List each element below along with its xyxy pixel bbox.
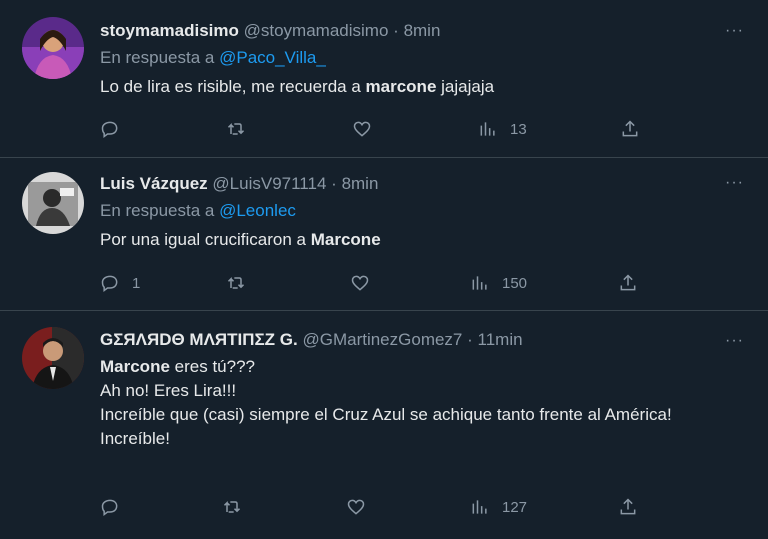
separator: · (467, 330, 473, 349)
reply-icon (101, 275, 118, 292)
tweet-text: Lo de lira es risible, me recuerda a mar… (100, 75, 738, 99)
tweet-header: GΣЯΛЯDΘ MΛЯTIПΣZ G. @GMartinezGomez7 · 1… (100, 329, 738, 351)
like-icon (351, 275, 369, 291)
avatar[interactable] (22, 172, 84, 234)
more-icon[interactable]: ··· (725, 332, 744, 350)
share-button[interactable] (618, 495, 638, 519)
reply-context: En respuesta a @Leonlec (100, 200, 738, 222)
author-name[interactable]: Luis Vázquez (100, 174, 208, 193)
reply-icon (101, 121, 118, 138)
retweet-icon (227, 123, 245, 135)
text-part: Lo de lira es risible, me recuerda a (100, 77, 366, 96)
text-line: Marcone eres tú??? (100, 355, 738, 379)
share-icon (620, 498, 636, 515)
more-icon[interactable]: ··· (725, 174, 744, 192)
views-icon (480, 122, 495, 136)
reply-prefix: En respuesta a (100, 201, 215, 220)
share-button[interactable] (618, 271, 638, 295)
tweet-1[interactable]: stoymamadisimo @stoymamadisimo · 8min En… (0, 0, 768, 158)
avatar[interactable] (22, 327, 84, 389)
retweet-icon (223, 501, 241, 513)
reply-button[interactable] (100, 495, 120, 519)
text-part: eres tú??? (169, 357, 255, 376)
tweet-body: stoymamadisimo @stoymamadisimo · 8min En… (100, 20, 738, 99)
retweet-button[interactable] (226, 117, 246, 141)
text-line: Increíble! (100, 429, 170, 448)
text-line: Increíble que (casi) siempre el Cruz Azu… (100, 405, 672, 424)
reply-mention[interactable]: @Paco_Villa_ (219, 48, 326, 67)
avatar[interactable] (22, 17, 84, 79)
like-button[interactable] (346, 495, 366, 519)
reply-count: 1 (132, 274, 141, 292)
tweet-2[interactable]: Luis Vázquez @LuisV971114 · 8min En resp… (0, 158, 768, 311)
reply-button[interactable]: 1 (100, 271, 140, 295)
reply-context: En respuesta a @Paco_Villa_ (100, 47, 738, 69)
tweet-header: stoymamadisimo @stoymamadisimo · 8min (100, 20, 738, 42)
author-handle[interactable]: @LuisV971114 (212, 174, 326, 193)
share-icon (622, 120, 638, 137)
tweet-body: GΣЯΛЯDΘ MΛЯTIПΣZ G. @GMartinezGomez7 · 1… (100, 329, 738, 451)
tweet-text: Marcone eres tú??? Ah no! Eres Lira!!! I… (100, 355, 738, 451)
share-button[interactable] (620, 117, 640, 141)
views-button[interactable]: 127 (470, 495, 527, 519)
tweet-body: Luis Vázquez @LuisV971114 · 8min En resp… (100, 173, 738, 252)
tweet-text: Por una igual crucificaron a Marcone (100, 228, 738, 252)
reply-button[interactable] (100, 117, 132, 141)
text-bold: Marcone (100, 357, 170, 376)
reply-icon (101, 499, 118, 516)
like-icon (353, 121, 371, 137)
timestamp[interactable]: 8min (404, 21, 441, 40)
retweet-button[interactable] (222, 495, 242, 519)
tweet-header: Luis Vázquez @LuisV971114 · 8min (100, 173, 738, 195)
author-name[interactable]: GΣЯΛЯDΘ MΛЯTIПΣZ G. (100, 330, 298, 349)
text-line: Ah no! Eres Lira!!! (100, 381, 237, 400)
text-bold: Marcone (310, 230, 381, 249)
views-icon (472, 500, 487, 514)
author-name[interactable]: stoymamadisimo (100, 21, 239, 40)
more-icon[interactable]: ··· (725, 22, 744, 40)
like-button[interactable] (352, 117, 372, 141)
separator: · (393, 21, 399, 40)
author-handle[interactable]: @GMartinezGomez7 (302, 330, 462, 349)
author-handle[interactable]: @stoymamadisimo (244, 21, 389, 40)
text-part: jajajaja (436, 77, 495, 96)
views-count: 127 (502, 498, 528, 516)
text-part: Por una igual crucificaron a (100, 230, 311, 249)
action-bar: 1 150 (100, 271, 738, 295)
timestamp[interactable]: 11min (478, 330, 523, 349)
action-bar: 127 (100, 495, 738, 519)
text-bold: marcone (365, 77, 437, 96)
views-icon (472, 276, 487, 290)
reply-prefix: En respuesta a (100, 48, 215, 67)
reply-mention[interactable]: @Leonlec (219, 201, 296, 220)
like-button[interactable] (350, 271, 370, 295)
views-button[interactable]: 150 (470, 271, 527, 295)
views-count: 13 (510, 120, 527, 138)
retweet-button[interactable] (226, 271, 246, 295)
action-bar: 13 (100, 117, 738, 141)
views-count: 150 (502, 274, 528, 292)
share-icon (620, 274, 636, 291)
timestamp[interactable]: 8min (342, 174, 379, 193)
views-button[interactable]: 13 (478, 117, 527, 141)
like-icon (347, 499, 365, 515)
separator: · (331, 174, 337, 193)
retweet-icon (227, 277, 245, 289)
tweet-3[interactable]: GΣЯΛЯDΘ MΛЯTIПΣZ G. @GMartinezGomez7 · 1… (0, 311, 768, 539)
